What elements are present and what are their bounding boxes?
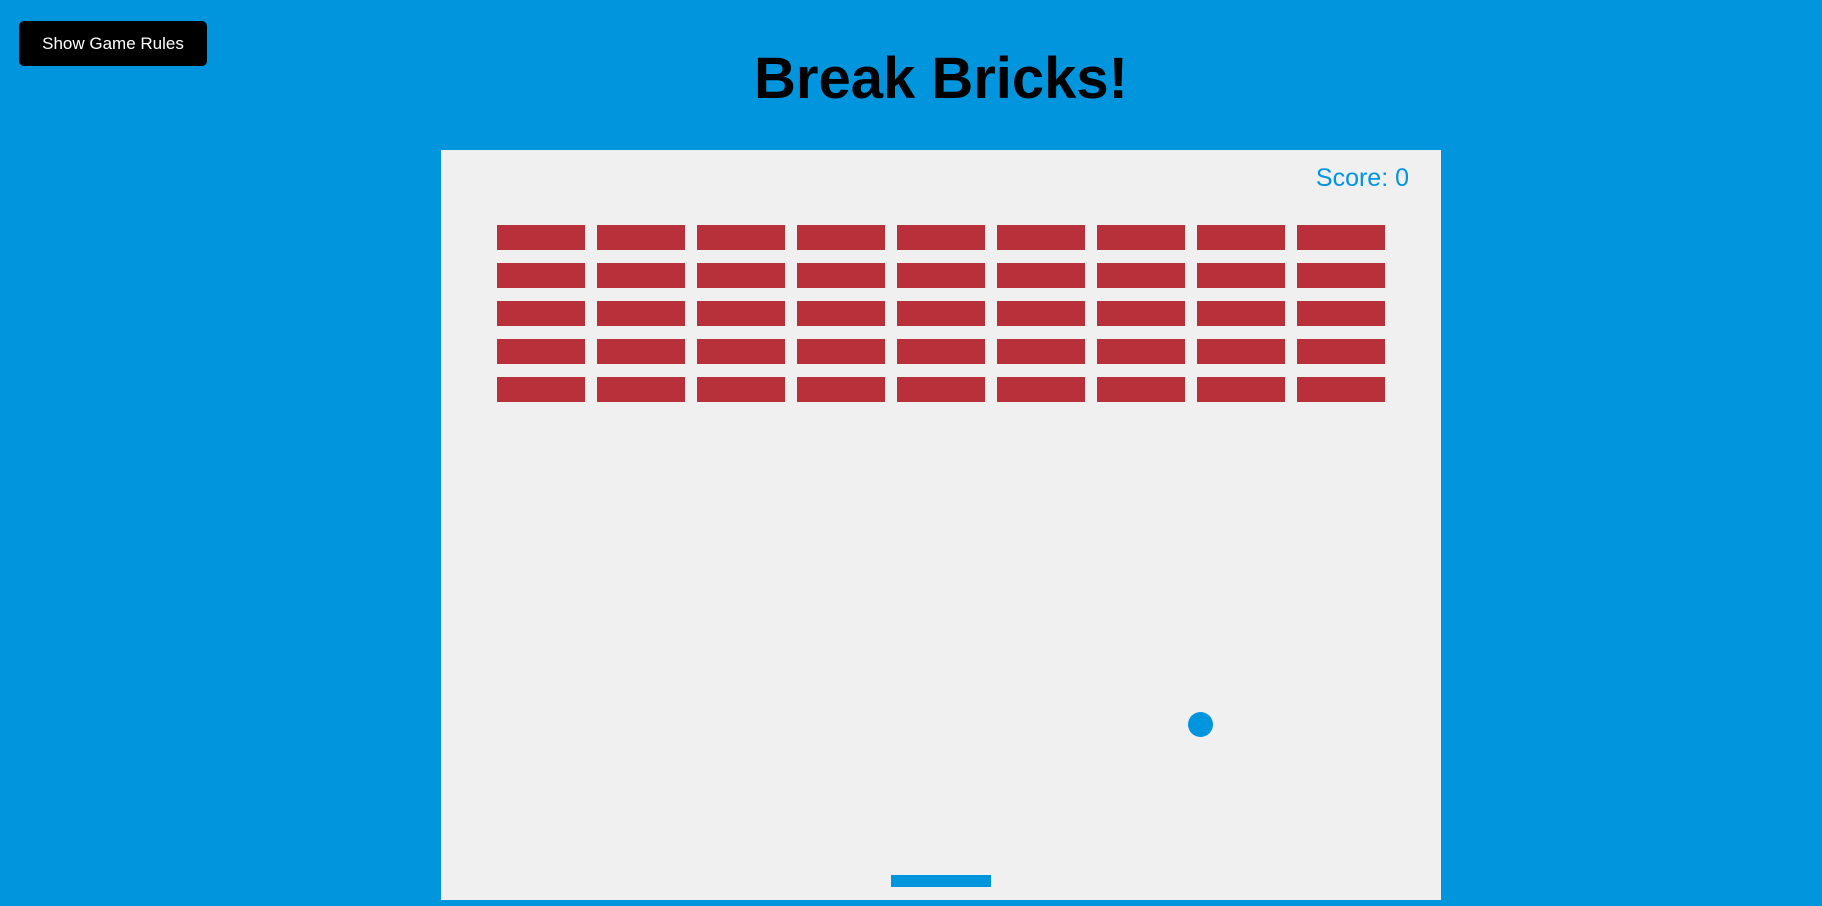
brick (1297, 301, 1385, 326)
brick (897, 263, 985, 288)
brick (697, 339, 785, 364)
brick (597, 225, 685, 250)
brick (697, 263, 785, 288)
brick (997, 263, 1085, 288)
brick (997, 301, 1085, 326)
ball (1188, 712, 1213, 737)
brick (1197, 301, 1285, 326)
brick (797, 225, 885, 250)
brick (1297, 225, 1385, 250)
brick (1097, 301, 1185, 326)
brick (697, 225, 785, 250)
brick (1297, 339, 1385, 364)
brick (897, 225, 985, 250)
brick (497, 301, 585, 326)
brick (797, 301, 885, 326)
score-display: Score: 0 (1315, 164, 1409, 192)
brick (497, 263, 585, 288)
brick (597, 263, 685, 288)
brick (497, 377, 585, 402)
brick (1097, 377, 1185, 402)
brick (897, 301, 985, 326)
brick (997, 339, 1085, 364)
brick (797, 339, 885, 364)
brick (497, 339, 585, 364)
brick (1297, 377, 1385, 402)
brick (997, 377, 1085, 402)
brick (497, 225, 585, 250)
brick (597, 377, 685, 402)
brick (897, 339, 985, 364)
page-title: Break Bricks! (754, 46, 1128, 111)
game-canvas[interactable]: Score: 0 (441, 150, 1441, 900)
paddle[interactable] (891, 875, 991, 887)
brick (1197, 225, 1285, 250)
brick (1197, 263, 1285, 288)
brick (1297, 263, 1385, 288)
brick (997, 225, 1085, 250)
brick (697, 301, 785, 326)
brick (797, 263, 885, 288)
brick (897, 377, 985, 402)
brick (1197, 339, 1285, 364)
brick (1197, 377, 1285, 402)
brick (697, 377, 785, 402)
brick (1097, 225, 1185, 250)
brick (1097, 339, 1185, 364)
brick (1097, 263, 1185, 288)
brick (597, 301, 685, 326)
brick (597, 339, 685, 364)
brick (797, 377, 885, 402)
